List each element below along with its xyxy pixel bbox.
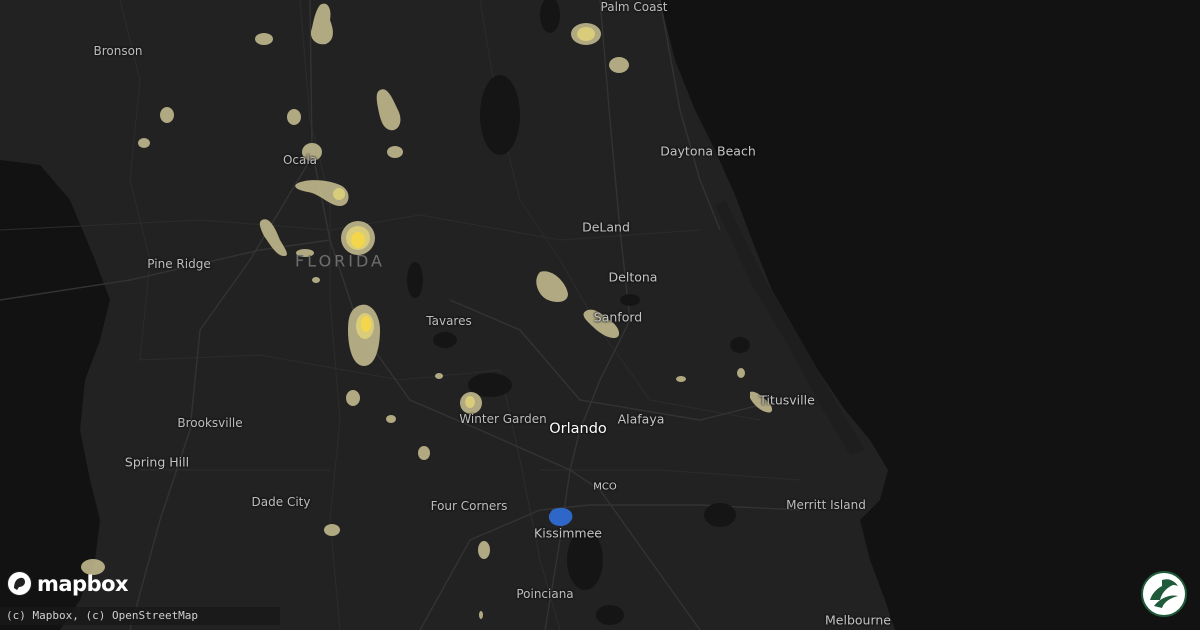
city-label-brooksville: Brooksville [177, 416, 243, 430]
weather-cell [333, 188, 345, 200]
weather-cell [160, 107, 174, 123]
city-label-tavares: Tavares [426, 314, 472, 328]
weather-cell [138, 138, 150, 148]
weather-cell [287, 109, 301, 125]
city-label-daytona-beach: Daytona Beach [660, 143, 756, 159]
city-label-ocala: Ocala [282, 153, 318, 167]
city-label-spring-hill: Spring Hill [124, 454, 190, 470]
weather-cell [387, 146, 403, 158]
city-label-deltona: Deltona [608, 269, 658, 285]
airport-label-mco: MCO [593, 481, 617, 493]
city-label-poinciana: Poinciana [516, 587, 574, 601]
mapbox-logo[interactable]: mapbox [6, 570, 129, 597]
weather-cell [312, 277, 320, 283]
circular-swirl-logo-icon [1141, 571, 1187, 617]
city-label-titusville: Titusville [759, 392, 815, 408]
mapbox-logo-icon [7, 571, 32, 596]
city-label-sanford: Sanford [593, 309, 643, 325]
city-label-winter-garden: Winter Garden [459, 412, 547, 426]
weather-cell [577, 27, 595, 41]
weather-cell [478, 541, 490, 559]
city-label-melbourne: Melbourne [825, 612, 891, 628]
weather-cell [737, 368, 745, 378]
map-viewport[interactable]: FLORIDA Palm Coast Bronson Ocala Daytona… [0, 0, 1200, 630]
weather-cell [351, 232, 365, 248]
city-label-dade-city: Dade City [251, 495, 311, 509]
weather-cell [435, 373, 443, 379]
weather-cell [361, 316, 371, 332]
weather-cell [676, 376, 686, 382]
state-label: FLORIDA [295, 251, 385, 271]
weather-cell [418, 446, 430, 460]
city-label-bronson: Bronson [93, 44, 143, 58]
city-label-kissimmee: Kissimmee [534, 525, 602, 541]
weather-cell [324, 524, 340, 536]
city-label-pine-ridge: Pine Ridge [147, 257, 211, 271]
map-attribution[interactable]: (c) Mapbox, (c) OpenStreetMap [0, 607, 280, 625]
weather-cell [479, 611, 483, 619]
city-label-deland: DeLand [582, 219, 630, 235]
city-label-alafaya: Alafaya [617, 411, 665, 427]
city-label-palm-coast: Palm Coast [600, 0, 668, 14]
weather-cell [465, 396, 475, 408]
city-label-merritt-island: Merritt Island [786, 498, 866, 512]
weather-cell [609, 57, 629, 73]
city-label-orlando: Orlando [549, 421, 607, 437]
weather-cell [255, 33, 273, 45]
weather-cell [346, 390, 360, 406]
mapbox-wordmark: mapbox [37, 571, 129, 596]
city-label-four-corners: Four Corners [430, 499, 508, 513]
weather-cell [386, 415, 396, 423]
